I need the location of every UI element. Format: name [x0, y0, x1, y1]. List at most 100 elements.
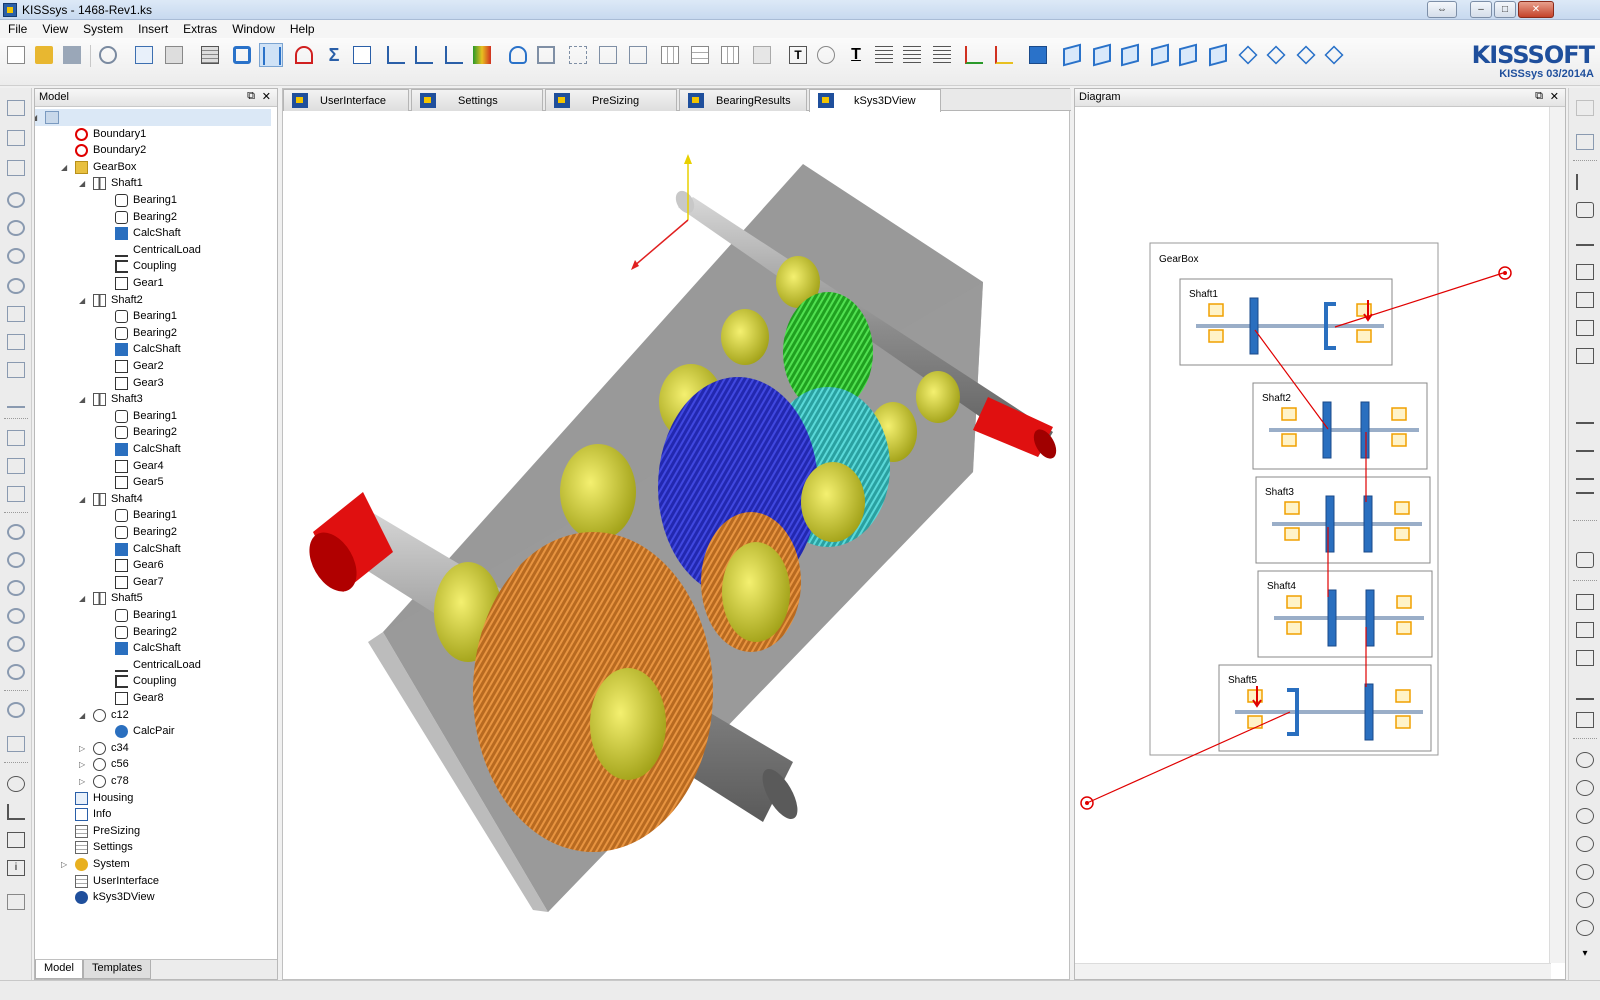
menu-view[interactable]: View	[34, 20, 75, 36]
boundary-icon[interactable]	[1498, 266, 1512, 280]
align-right-icon[interactable]	[930, 43, 954, 67]
tree-node[interactable]: Boundary2	[35, 142, 271, 159]
info-tool-icon[interactable]: i	[7, 860, 25, 876]
speed-icon[interactable]	[292, 43, 316, 67]
spline-tool-icon[interactable]	[7, 362, 25, 378]
bearing-element-icon[interactable]	[1576, 202, 1594, 218]
bearing-shaft2-a[interactable]	[721, 309, 769, 365]
collapse-arrow-icon[interactable]: ◢	[79, 175, 85, 192]
tree-node[interactable]: Bearing1	[35, 607, 271, 624]
tree-node[interactable]: CalcShaft	[35, 541, 271, 558]
float-panel-icon[interactable]: ⧉	[247, 90, 255, 103]
view-iso2-icon[interactable]	[1264, 43, 1288, 67]
expand-arrow-icon[interactable]: ▷	[61, 856, 67, 873]
tree-node[interactable]: CalcShaft	[35, 225, 271, 242]
close-panel-icon[interactable]: ✕	[1550, 90, 1559, 103]
chart-sum-icon[interactable]	[442, 43, 466, 67]
tree-node[interactable]: Bearing1	[35, 308, 271, 325]
bearing6-tool-icon[interactable]	[7, 664, 25, 680]
bearing5-tool-icon[interactable]	[7, 636, 25, 652]
node4-icon[interactable]	[1576, 836, 1594, 852]
node5-icon[interactable]	[1576, 864, 1594, 880]
tree-node[interactable]: Info	[35, 806, 271, 823]
connector1-icon[interactable]	[1576, 594, 1594, 610]
target-tool-icon[interactable]	[7, 702, 25, 718]
open-folder-icon[interactable]	[32, 43, 56, 67]
tree-node[interactable]: Boundary1	[35, 126, 271, 143]
bearing-tool-icon[interactable]	[534, 43, 558, 67]
tree-node[interactable]: ◢	[35, 109, 271, 126]
tree-node[interactable]: kSys3DView	[35, 889, 271, 906]
tree-node[interactable]: Housing	[35, 790, 271, 807]
text-box-icon[interactable]: T	[786, 43, 810, 67]
tree-node[interactable]: UserInterface	[35, 873, 271, 890]
planet-tool-icon[interactable]	[7, 248, 25, 264]
float-panel-icon[interactable]: ⧉	[1535, 90, 1543, 103]
motor-tool-icon[interactable]	[7, 736, 25, 752]
tree-node[interactable]: Coupling	[35, 258, 271, 275]
bearing3-tool-icon[interactable]	[7, 580, 25, 596]
menu-extras[interactable]: Extras	[175, 20, 224, 36]
restore-window-icon[interactable]: ⇔	[1427, 1, 1457, 18]
expand-arrow-icon[interactable]: ▷	[79, 756, 85, 773]
tree-node[interactable]: Gear4	[35, 458, 271, 475]
support-element-icon[interactable]	[1576, 230, 1594, 246]
tree-node[interactable]: Bearing2	[35, 209, 271, 226]
tree-node[interactable]: Bearing2	[35, 325, 271, 342]
tab-templates[interactable]: Templates	[83, 960, 152, 979]
node1-icon[interactable]	[1576, 752, 1594, 768]
base-tool-icon[interactable]	[7, 392, 25, 408]
note-tool-icon[interactable]	[7, 832, 25, 848]
update-icon[interactable]	[230, 43, 254, 67]
view-iso4-icon[interactable]	[1322, 43, 1346, 67]
shaft-box-5[interactable]: Shaft5	[1218, 664, 1432, 752]
menu-window[interactable]: Window	[224, 20, 282, 36]
tree-node[interactable]: Bearing2	[35, 524, 271, 541]
tab-model[interactable]: Model	[35, 960, 83, 979]
shape-icon[interactable]	[566, 43, 590, 67]
tab-userinterface[interactable]: UserInterface	[283, 89, 409, 111]
minimize-button[interactable]: –	[1470, 1, 1492, 18]
gear8-orange[interactable]	[473, 532, 713, 852]
axis-xy-icon[interactable]	[962, 43, 986, 67]
shaft-tool-icon[interactable]	[7, 100, 25, 116]
ring-tool-icon[interactable]	[7, 278, 25, 294]
maximize-button[interactable]: □	[1494, 1, 1516, 18]
connector3-icon[interactable]	[1576, 650, 1594, 666]
tree-node[interactable]: Bearing1	[35, 192, 271, 209]
vertical-scrollbar[interactable]	[1549, 107, 1565, 963]
tab-settings[interactable]: Settings	[411, 89, 543, 111]
tab-bearingresults[interactable]: BearingResults	[679, 89, 807, 111]
bar-chart2-icon[interactable]	[412, 43, 436, 67]
align-icon[interactable]	[259, 43, 283, 67]
report-icon[interactable]	[350, 43, 374, 67]
move-icon[interactable]	[596, 43, 620, 67]
load-down-icon[interactable]	[1576, 408, 1594, 424]
node7-icon[interactable]	[1576, 920, 1594, 936]
node6-icon[interactable]	[1576, 892, 1594, 908]
tree-node[interactable]: PreSizing	[35, 823, 271, 840]
coupling-element-icon[interactable]	[1576, 174, 1594, 190]
tree-node[interactable]: ◢ Shaft2	[35, 292, 271, 309]
box-tool-icon[interactable]	[7, 160, 25, 176]
table-row-icon[interactable]	[688, 43, 712, 67]
eye-tool-icon[interactable]	[7, 776, 25, 792]
doc-tool-icon[interactable]	[7, 894, 25, 910]
tree-node[interactable]: Gear6	[35, 557, 271, 574]
close-window-button[interactable]: ✕	[1518, 1, 1554, 18]
expand-arrow-icon[interactable]: ▷	[79, 740, 85, 757]
tree-node[interactable]: Coupling	[35, 673, 271, 690]
tree-node[interactable]: Bearing2	[35, 424, 271, 441]
collapse-arrow-icon[interactable]: ◢	[79, 491, 85, 508]
menu-help[interactable]: Help	[282, 20, 322, 36]
tree-node[interactable]: ◢ Shaft5	[35, 590, 271, 607]
collapse-arrow-icon[interactable]: ◢	[61, 159, 67, 176]
table-insert-icon[interactable]	[658, 43, 682, 67]
save-icon[interactable]	[60, 43, 84, 67]
tree-node[interactable]: ▷ System	[35, 856, 271, 873]
collapse-arrow-icon[interactable]: ◢	[35, 109, 37, 126]
tree-node[interactable]: ◢ GearBox	[35, 159, 271, 176]
tree-node[interactable]: ◢ Shaft4	[35, 491, 271, 508]
graph-tool-icon[interactable]	[7, 804, 25, 820]
tree-node[interactable]: CentricalLoad	[35, 242, 271, 259]
